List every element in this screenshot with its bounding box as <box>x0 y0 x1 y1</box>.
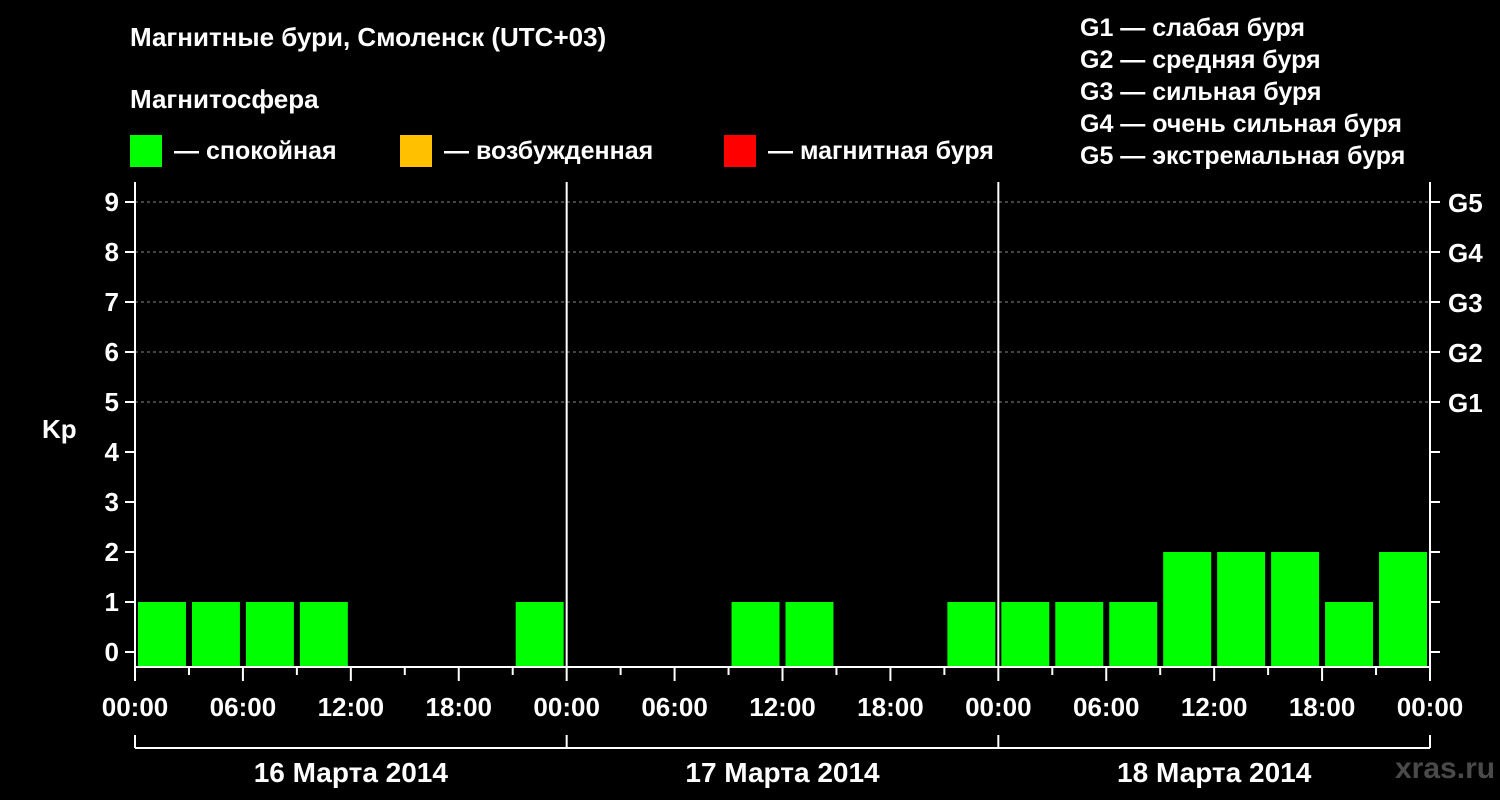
y-tick-label: 8 <box>105 237 119 267</box>
g-level-label: G2 <box>1448 338 1483 368</box>
x-tick-label: 00:00 <box>1397 692 1464 722</box>
x-tick-label: 12:00 <box>318 692 385 722</box>
kp-bar <box>1325 602 1374 667</box>
x-tick-label: 18:00 <box>426 692 493 722</box>
kp-bar <box>731 602 780 667</box>
day-label: 18 Марта 2014 <box>1117 757 1312 788</box>
kp-bar <box>299 602 348 667</box>
y-tick-label: 3 <box>105 487 119 517</box>
y-tick-label: 5 <box>105 387 119 417</box>
kp-bar <box>1271 552 1320 667</box>
day-label: 16 Марта 2014 <box>254 757 449 788</box>
kp-bar <box>1379 552 1427 667</box>
y-tick-label: 2 <box>105 537 119 567</box>
kp-bar <box>191 602 240 667</box>
kp-bar <box>1217 552 1266 667</box>
y-tick-label: 7 <box>105 287 119 317</box>
kp-bar <box>138 602 186 667</box>
g-level-label: G5 <box>1448 188 1483 218</box>
g-level-label: G4 <box>1448 238 1483 268</box>
day-label: 17 Марта 2014 <box>685 757 880 788</box>
y-tick-label: 4 <box>105 437 120 467</box>
y-axis-label: Kp <box>42 414 77 444</box>
g-level-label: G1 <box>1448 388 1483 418</box>
kp-bar <box>785 602 834 667</box>
kp-bar <box>947 602 996 667</box>
x-tick-label: 00:00 <box>533 692 600 722</box>
kp-bar <box>1055 602 1104 667</box>
y-tick-label: 1 <box>105 587 119 617</box>
x-tick-label: 18:00 <box>857 692 924 722</box>
x-tick-label: 12:00 <box>749 692 816 722</box>
y-tick-label: 6 <box>105 337 119 367</box>
x-tick-label: 06:00 <box>641 692 708 722</box>
y-tick-label: 0 <box>105 637 119 667</box>
x-tick-label: 12:00 <box>1181 692 1248 722</box>
x-tick-label: 06:00 <box>1073 692 1140 722</box>
kp-bar <box>245 602 294 667</box>
x-tick-label: 00:00 <box>102 692 169 722</box>
g-level-label: G3 <box>1448 288 1483 318</box>
kp-bar <box>1109 602 1158 667</box>
x-tick-label: 06:00 <box>210 692 277 722</box>
kp-bar <box>1163 552 1212 667</box>
watermark: xras.ru <box>1395 752 1496 785</box>
kp-bar <box>1001 602 1050 667</box>
kp-bar <box>515 602 564 667</box>
x-tick-label: 18:00 <box>1289 692 1356 722</box>
x-tick-label: 00:00 <box>965 692 1032 722</box>
y-tick-label: 9 <box>105 187 119 217</box>
kp-chart: 0 1 2 3 4 5 6 7 8 9 G1 G2 G3 G4 G5 Kp 00:00 06:00 12:00 18:… <box>42 182 1483 788</box>
